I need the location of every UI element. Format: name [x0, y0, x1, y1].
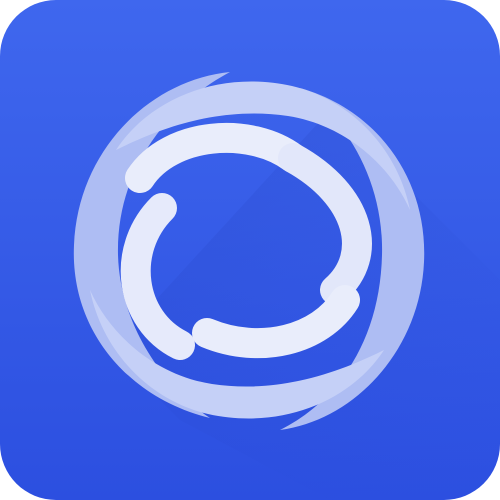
app-icon-stage	[0, 0, 500, 500]
swirl-app-icon	[0, 0, 500, 500]
